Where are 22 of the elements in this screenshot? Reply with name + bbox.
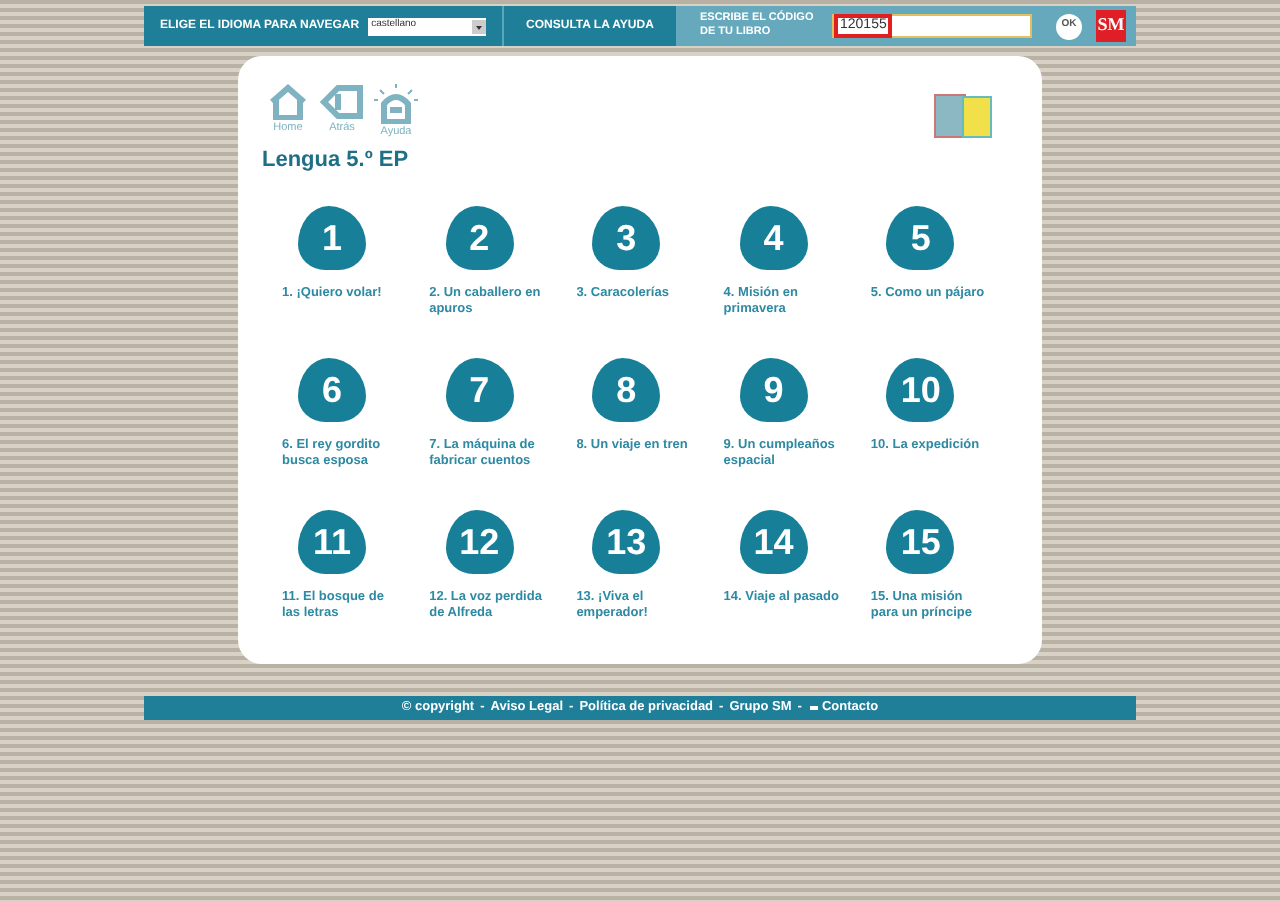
unit-number-button[interactable]: 3 xyxy=(592,206,661,270)
logo: SM xyxy=(1096,10,1126,42)
unit-number-button[interactable]: 7 xyxy=(445,358,514,422)
caret-icon xyxy=(472,19,486,33)
unit-number-button[interactable]: 10 xyxy=(886,358,955,422)
unit-number-button[interactable]: 12 xyxy=(445,510,514,574)
unit-number-button[interactable]: 9 xyxy=(739,358,808,422)
house-rays-icon xyxy=(372,84,420,124)
back-arrow-icon xyxy=(320,84,364,120)
unit-number-button[interactable]: 6 xyxy=(298,358,366,422)
unit-number-button[interactable]: 1 xyxy=(298,206,366,270)
house-icon xyxy=(268,84,308,120)
unit-number-button[interactable]: 14 xyxy=(739,510,808,574)
page-title: Lengua 5.º EP xyxy=(262,146,409,176)
unit-number-button[interactable]: 5 xyxy=(886,206,955,270)
unit-number-button[interactable]: 11 xyxy=(298,510,366,574)
unit-number-button[interactable]: 2 xyxy=(445,206,514,270)
unit-number-button[interactable]: 15 xyxy=(886,510,955,574)
envelope-icon xyxy=(807,704,820,712)
unit-number-button[interactable]: 13 xyxy=(592,510,661,574)
unit-number-button[interactable]: 4 xyxy=(739,206,808,270)
unit-number-button[interactable]: 8 xyxy=(592,358,661,422)
